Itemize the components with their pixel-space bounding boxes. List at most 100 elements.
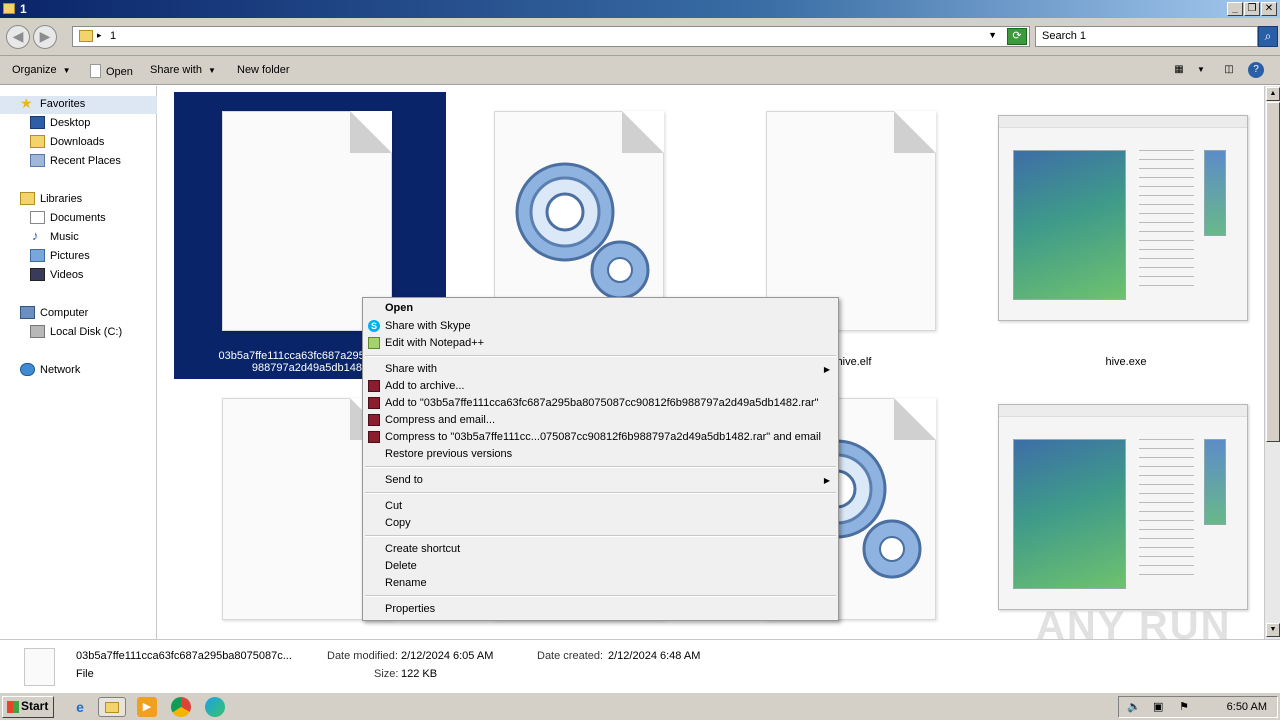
- nav-documents-label: Documents: [50, 212, 106, 224]
- nav-desktop[interactable]: Desktop: [30, 116, 90, 129]
- address-box[interactable]: ▸ 1 ▼ ⟳: [72, 26, 1030, 47]
- date-created-label: Date created:: [537, 650, 604, 662]
- chevron-down-icon: ▼: [207, 66, 216, 75]
- size-value: 122 KB: [401, 668, 438, 680]
- forward-button[interactable]: ▶: [33, 25, 57, 49]
- nav-computer[interactable]: Computer: [20, 306, 89, 319]
- date-created-value: 2/12/2024 6:48 AM: [608, 650, 701, 662]
- search-icon[interactable]: ⌕: [1258, 26, 1278, 47]
- start-button[interactable]: Start: [2, 696, 54, 718]
- menu-delete[interactable]: Delete: [385, 560, 417, 572]
- folder-icon: [79, 30, 93, 42]
- menu-create-shortcut[interactable]: Create shortcut: [385, 543, 460, 555]
- file-item[interactable]: [990, 382, 1262, 639]
- share-with-button[interactable]: Share with ▼: [150, 64, 216, 76]
- edge-icon[interactable]: [205, 697, 225, 717]
- menu-restore[interactable]: Restore previous versions: [385, 448, 512, 460]
- chevron-down-icon[interactable]: ▼: [988, 30, 997, 40]
- internet-explorer-icon[interactable]: e: [70, 697, 90, 717]
- open-button[interactable]: Open: [90, 64, 133, 78]
- nav-favorites-label: Favorites: [40, 98, 86, 110]
- menu-edit-notepad[interactable]: Edit with Notepad++: [385, 337, 484, 349]
- restore-button[interactable]: ❐: [1244, 2, 1260, 16]
- folder-icon: [3, 3, 15, 14]
- refresh-icon[interactable]: ⟳: [1007, 28, 1027, 45]
- menu-add-archive[interactable]: Add to archive...: [385, 380, 465, 392]
- downloads-icon: [30, 135, 45, 148]
- title-bar: 1 _ ❐ ✕: [0, 0, 1280, 18]
- help-icon[interactable]: ?: [1248, 62, 1264, 78]
- nav-local-disk-label: Local Disk (C:): [50, 326, 123, 338]
- nav-recent-places[interactable]: Recent Places: [30, 154, 121, 167]
- pictures-icon: [30, 249, 45, 262]
- skype-icon: S: [368, 320, 380, 332]
- nav-network-label: Network: [40, 364, 81, 376]
- menu-compress-rar-email[interactable]: Compress to "03b5a7ffe111cc...075087cc90…: [385, 431, 821, 443]
- documents-icon: [30, 211, 45, 224]
- view-options-icon[interactable]: ▦: [1170, 62, 1188, 78]
- nav-local-disk[interactable]: Local Disk (C:): [30, 325, 123, 338]
- page-icon: [90, 64, 101, 78]
- minimize-button[interactable]: _: [1227, 2, 1243, 16]
- menu-separator: [365, 492, 836, 494]
- volume-icon[interactable]: 🔈: [1127, 700, 1141, 713]
- preview-pane-icon[interactable]: ◫: [1220, 62, 1238, 78]
- network-tray-icon[interactable]: ▣: [1153, 700, 1163, 713]
- menu-share-skype[interactable]: Share with Skype: [385, 320, 471, 332]
- network-icon: [20, 363, 35, 376]
- menu-copy[interactable]: Copy: [385, 517, 411, 529]
- menu-separator: [365, 355, 836, 357]
- desktop-icon: [30, 116, 45, 129]
- nav-downloads-label: Downloads: [50, 136, 105, 148]
- nav-documents[interactable]: Documents: [30, 211, 106, 224]
- menu-compress-email[interactable]: Compress and email...: [385, 414, 495, 426]
- menu-rename[interactable]: Rename: [385, 577, 427, 589]
- menu-add-to-rar[interactable]: Add to "03b5a7ffe111cca63fc687a295ba8075…: [385, 397, 819, 409]
- search-input[interactable]: Search 1: [1035, 26, 1258, 47]
- menu-send-to[interactable]: Send to: [385, 474, 423, 486]
- libraries-icon: [20, 192, 35, 205]
- nav-recent-places-label: Recent Places: [50, 155, 121, 167]
- clock[interactable]: 6:50 AM: [1227, 701, 1267, 713]
- nav-videos-label: Videos: [50, 269, 84, 281]
- menu-open[interactable]: Open: [385, 302, 413, 314]
- vertical-scrollbar[interactable]: ▲ ▼: [1264, 86, 1280, 639]
- back-button[interactable]: ◀: [6, 25, 30, 49]
- nav-music-label: Music: [50, 231, 79, 243]
- date-modified-value: 2/12/2024 6:05 AM: [401, 650, 494, 662]
- breadcrumb-arrow-icon[interactable]: ▸: [97, 30, 102, 41]
- new-folder-button[interactable]: New folder: [237, 64, 290, 76]
- menu-separator: [365, 595, 836, 597]
- media-player-icon[interactable]: ▶: [137, 697, 157, 717]
- nav-music[interactable]: ♪ Music: [32, 228, 79, 243]
- explorer-taskbar-icon[interactable]: [98, 697, 126, 717]
- organize-button[interactable]: Organize ▼: [12, 64, 71, 76]
- menu-share-with[interactable]: Share with: [385, 363, 437, 375]
- nav-pictures[interactable]: Pictures: [30, 249, 90, 262]
- details-file-type: File: [76, 668, 94, 680]
- details-file-name: 03b5a7ffe111cca63fc687a295ba8075087c...: [76, 650, 292, 662]
- file-item[interactable]: hive.exe: [990, 92, 1262, 379]
- share-with-label: Share with: [150, 64, 202, 76]
- nav-libraries[interactable]: Libraries: [20, 192, 82, 205]
- file-icon: [24, 648, 55, 686]
- scroll-down-icon[interactable]: ▼: [1266, 623, 1280, 637]
- scroll-thumb[interactable]: [1266, 102, 1280, 442]
- nav-favorites[interactable]: ★ Favorites: [20, 95, 86, 111]
- nav-computer-label: Computer: [40, 307, 89, 319]
- file-name: hive.exe: [1105, 356, 1147, 368]
- menu-cut[interactable]: Cut: [385, 500, 402, 512]
- chrome-icon[interactable]: [171, 697, 191, 717]
- chevron-down-icon[interactable]: ▼: [1192, 62, 1210, 78]
- close-button[interactable]: ✕: [1261, 2, 1277, 16]
- menu-properties[interactable]: Properties: [385, 603, 435, 615]
- breadcrumb[interactable]: 1: [110, 30, 116, 42]
- windows-logo-icon: [7, 701, 19, 713]
- nav-downloads[interactable]: Downloads: [30, 135, 105, 148]
- music-icon: ♪: [32, 228, 39, 243]
- chevron-down-icon: ▼: [62, 66, 71, 75]
- nav-network[interactable]: Network: [20, 363, 81, 376]
- scroll-up-icon[interactable]: ▲: [1266, 87, 1280, 101]
- flag-icon[interactable]: ⚑: [1179, 700, 1189, 713]
- nav-videos[interactable]: Videos: [30, 268, 84, 281]
